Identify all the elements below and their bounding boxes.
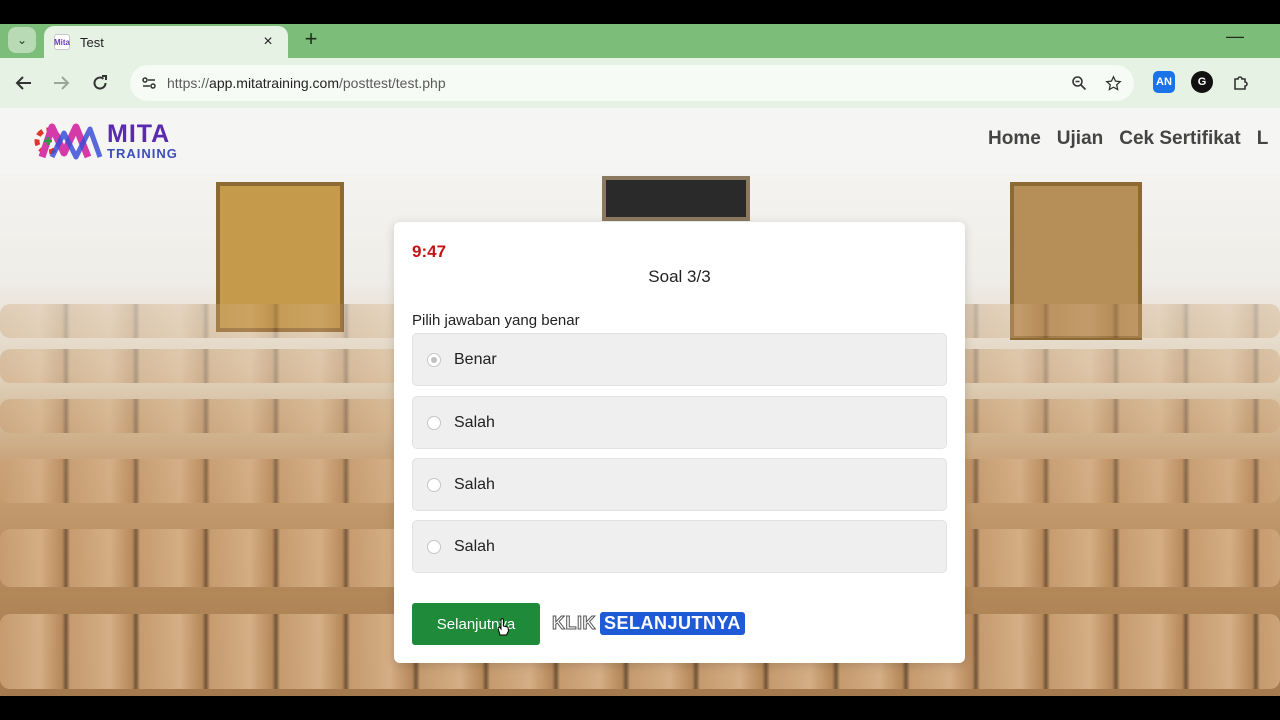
- web-page: MITA TRAINING Home Ujian Cek Sertifikat …: [0, 108, 1280, 696]
- radio-button-selected[interactable]: [427, 352, 441, 367]
- tab-strip: ⌄ Mita Test × + —: [0, 24, 1280, 58]
- menu-item-home[interactable]: Home: [988, 128, 1041, 150]
- answer-option-label: Salah: [454, 413, 495, 431]
- minimize-window-icon[interactable]: —: [1226, 26, 1244, 47]
- browser-tab[interactable]: Mita Test ×: [44, 26, 288, 58]
- answer-option[interactable]: Salah: [412, 458, 947, 511]
- reload-icon[interactable]: [87, 70, 113, 96]
- radio-button[interactable]: [427, 539, 441, 554]
- radio-button[interactable]: [427, 477, 441, 492]
- site-navbar: MITA TRAINING Home Ujian Cek Sertifikat …: [0, 108, 1280, 174]
- logo-line2: TRAINING: [107, 146, 178, 161]
- new-tab-icon[interactable]: +: [298, 26, 324, 52]
- browser-toolbar: https://app.mitatraining.com/posttest/te…: [0, 58, 1280, 108]
- forward-arrow-icon[interactable]: [48, 70, 74, 96]
- countdown-timer: 9:47: [412, 242, 447, 261]
- hand-cursor-icon: [497, 618, 510, 636]
- tab-search-chevron-icon[interactable]: ⌄: [8, 27, 36, 53]
- mita-training-logo[interactable]: MITA TRAINING: [34, 118, 178, 164]
- menu-item-truncated[interactable]: L: [1257, 128, 1269, 150]
- url-path: /posttest/test.php: [338, 75, 446, 91]
- url-text[interactable]: https://app.mitatraining.com/posttest/te…: [167, 75, 1066, 91]
- menu-item-ujian[interactable]: Ujian: [1057, 128, 1103, 150]
- url-prefix: https://: [167, 75, 210, 91]
- background-window: [602, 176, 750, 221]
- extension-g-icon[interactable]: G: [1191, 71, 1213, 93]
- answer-option-label: Salah: [454, 475, 495, 493]
- site-settings-icon[interactable]: [138, 72, 160, 94]
- tab-title: Test: [80, 34, 104, 50]
- quiz-card: 9:47 Soal 3/3 Pilih jawaban yang benar B…: [394, 222, 965, 663]
- answer-option-label: Salah: [454, 537, 495, 555]
- answer-option[interactable]: Salah: [412, 520, 947, 573]
- bottom-letterbox: [0, 696, 1280, 720]
- url-host: app.mitatraining.com: [209, 75, 339, 91]
- mita-logo-mark-icon: [34, 119, 104, 163]
- logo-wordmark: MITA TRAINING: [107, 120, 178, 161]
- extensions-puzzle-icon[interactable]: [1230, 71, 1252, 93]
- address-bar[interactable]: https://app.mitatraining.com/posttest/te…: [130, 65, 1134, 101]
- next-button[interactable]: Selanjutnya: [412, 603, 540, 645]
- radio-button[interactable]: [427, 415, 441, 430]
- answer-option[interactable]: Benar: [412, 333, 947, 386]
- click-next-hint-overlay: KLIK SELANJUTNYA: [552, 612, 745, 635]
- menu-item-cek-sertifikat[interactable]: Cek Sertifikat: [1119, 128, 1240, 150]
- extension-an-icon[interactable]: AN: [1153, 71, 1175, 93]
- question-prompt: Pilih jawaban yang benar: [412, 312, 580, 329]
- logo-line1: MITA: [107, 120, 171, 148]
- tab-close-icon[interactable]: ×: [258, 33, 278, 51]
- site-menu: Home Ujian Cek Sertifikat L: [988, 128, 1268, 150]
- mita-favicon-icon: Mita: [54, 34, 70, 50]
- top-letterbox: [0, 0, 1280, 24]
- hint-word-klik: KLIK: [552, 613, 597, 634]
- back-arrow-icon[interactable]: [11, 70, 37, 96]
- question-counter: Soal 3/3: [648, 267, 711, 286]
- answer-option-label: Benar: [454, 350, 497, 368]
- answer-option[interactable]: Salah: [412, 396, 947, 449]
- bookmark-star-icon[interactable]: [1100, 70, 1126, 96]
- zoom-magnifier-icon[interactable]: [1066, 70, 1092, 96]
- hint-word-selanjutnya: SELANJUTNYA: [600, 612, 745, 635]
